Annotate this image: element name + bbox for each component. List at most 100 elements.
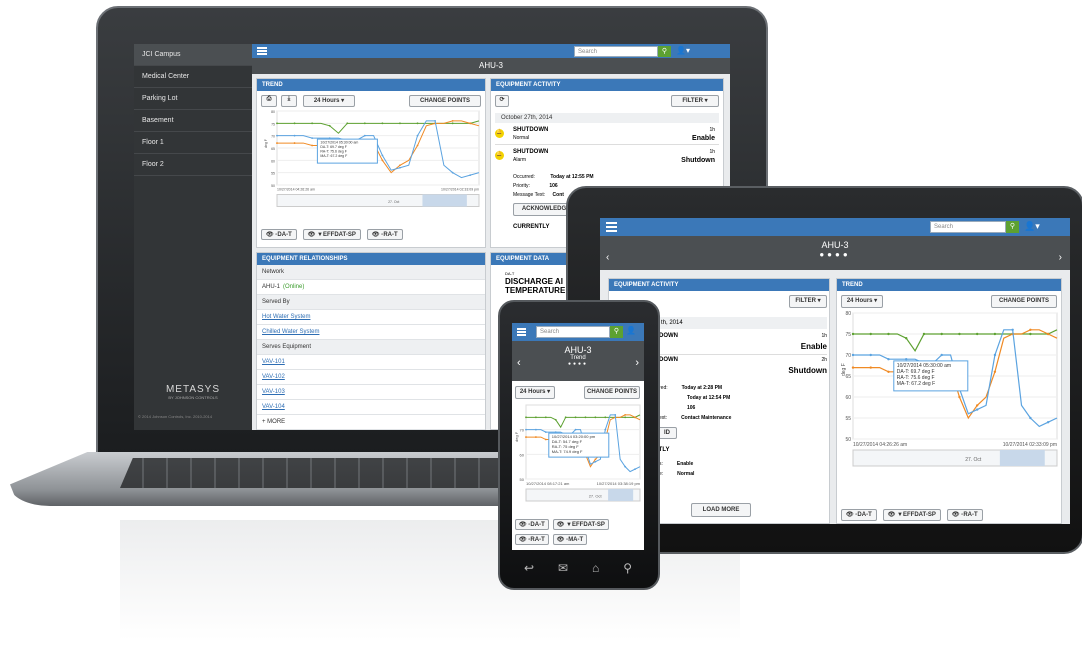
relationship-link[interactable]: VAV-104: [262, 404, 285, 410]
hamburger-menu-icon[interactable]: [517, 328, 526, 336]
legend-toggle-da-t[interactable]: 👁 ▫DA-T: [261, 229, 297, 240]
legend-toggle-da-t[interactable]: 👁 ▫DA-T: [841, 509, 877, 521]
page-title: AHU-3: [564, 345, 592, 355]
search-input[interactable]: Search: [574, 46, 658, 57]
hamburger-menu-icon[interactable]: [257, 47, 267, 55]
metasys-logo: METASYS BY JOHNSON CONTROLS: [134, 384, 252, 400]
filter-label: FILTER: [795, 298, 816, 304]
acknowledge-button[interactable]: ID: [657, 427, 677, 439]
range-select[interactable]: 24 Hours ▾: [841, 295, 883, 308]
legend-toggle-effdat-sp[interactable]: 👁 ▼EFFDAT-SP: [882, 509, 941, 521]
data-point: [624, 416, 627, 419]
legend-label: MA-T: [568, 537, 584, 543]
search-icon[interactable]: ⚲: [610, 326, 623, 338]
change-points-button[interactable]: CHANGE POINTS: [991, 295, 1057, 308]
refresh-icon[interactable]: ⟳: [495, 95, 509, 107]
sidebar-item-medical-center[interactable]: Medical Center: [134, 66, 252, 88]
activity-item[interactable]: 🔔 SHUTDOWN Normal 1h Enable: [495, 125, 719, 145]
relationship-link[interactable]: Hot Water System: [262, 314, 310, 320]
filter-button[interactable]: FILTER ▾: [671, 95, 719, 107]
filter-button[interactable]: FILTER ▾: [789, 295, 827, 308]
next-arrow-icon[interactable]: ›: [635, 357, 639, 369]
trend-legend: 👁 ▫DA-T 👁 ▼EFFDAT-SP 👁 ▫RA-T: [841, 509, 983, 521]
data-point: [887, 358, 890, 361]
relationship-row[interactable]: Chilled Water System: [257, 325, 485, 340]
mail-icon[interactable]: ✉: [558, 561, 568, 575]
search-input[interactable]: Search: [536, 326, 610, 338]
navigator-label: 27. Oct: [388, 200, 399, 204]
navigator-window[interactable]: [999, 450, 1045, 466]
navigator-window[interactable]: [422, 194, 467, 207]
relationship-row[interactable]: VAV-102: [257, 370, 485, 385]
data-point: [922, 332, 926, 336]
change-points-button[interactable]: CHANGE POINTS: [584, 386, 640, 399]
relationship-label: AHU-1: [262, 284, 281, 290]
search-input[interactable]: Search: [930, 221, 1006, 233]
sidebar-item-jci-campus[interactable]: JCI Campus: [134, 44, 252, 66]
current-values: s: Enable e: Normal: [659, 459, 694, 479]
relationship-link[interactable]: VAV-103: [262, 389, 285, 395]
user-icon[interactable]: 👤▾: [1024, 221, 1040, 232]
relationship-row[interactable]: Hot Water System: [257, 310, 485, 325]
legend-toggle-ra-t[interactable]: 👁 ▫RA-T: [366, 229, 403, 240]
activity-item[interactable]: 🔔 SHUTDOWN Alarm 1h Shutdown: [495, 147, 719, 167]
search-key-icon[interactable]: ⚲: [623, 561, 632, 575]
more-link[interactable]: + MORE: [257, 415, 485, 430]
relationship-row[interactable]: VAV-101: [257, 355, 485, 370]
back-icon[interactable]: ↩: [524, 561, 534, 575]
range-select[interactable]: 24 Hours ▾: [515, 386, 555, 399]
activity-item[interactable]: DOWN 1h Enable: [659, 333, 827, 355]
relationship-row[interactable]: VAV-103: [257, 385, 485, 400]
prev-arrow-icon[interactable]: ‹: [606, 252, 609, 263]
point-name[interactable]: DISCHARGE AI TEMPERATURE: [505, 277, 565, 295]
legend-toggle-ra-t[interactable]: 👁 ▫RA-T: [946, 509, 983, 521]
detail-value: 106: [687, 405, 696, 411]
sidebar-item-floor-2[interactable]: Floor 2: [134, 154, 252, 176]
x-start-label: 10/27/2014 04:26:26 am: [853, 442, 907, 448]
legend-toggle-ra-t[interactable]: 👁 ▫RA-T: [515, 534, 549, 545]
data-point: [574, 428, 577, 431]
relationship-link[interactable]: Chilled Water System: [262, 329, 319, 335]
data-point: [594, 460, 597, 463]
navigator-window[interactable]: [608, 489, 634, 501]
sidebar-item-floor-1[interactable]: Floor 1: [134, 132, 252, 154]
load-more-button[interactable]: LOAD MORE: [691, 503, 751, 517]
data-point: [363, 134, 366, 137]
data-point: [416, 144, 419, 147]
tablet-screen: Search ⚲ 👤▾ AHU-3 ●●●● ‹ › EQUIPMENT ACT…: [600, 218, 1070, 524]
data-point: [634, 416, 636, 419]
top-bar: Search ⚲ 👤▾: [252, 44, 730, 58]
data-point: [328, 124, 331, 127]
home-icon[interactable]: ⌂: [592, 561, 599, 575]
legend-toggle-effdat-sp[interactable]: 👁 ▼EFFDAT-SP: [302, 229, 361, 240]
change-points-button[interactable]: CHANGE POINTS: [409, 95, 481, 107]
detail-key: Priority:: [513, 183, 530, 189]
event-time: 1h: [821, 333, 827, 339]
data-point: [624, 413, 627, 416]
download-icon[interactable]: ⤓: [281, 95, 297, 107]
sidebar-item-basement[interactable]: Basement: [134, 110, 252, 132]
detail-value: Normal: [677, 471, 695, 477]
legend-toggle-effdat-sp[interactable]: 👁 ▼EFFDAT-SP: [552, 519, 609, 530]
data-point: [993, 332, 997, 336]
legend-toggle-da-t[interactable]: 👁 ▫DA-T: [515, 519, 549, 530]
search-icon[interactable]: ⚲: [1006, 221, 1019, 233]
legend-toggle-ma-t[interactable]: 👁 ▫MA-T: [552, 534, 588, 545]
range-select[interactable]: 24 Hours ▾: [303, 95, 355, 107]
hamburger-menu-icon[interactable]: [606, 222, 617, 232]
detail-value: Cont: [552, 192, 564, 198]
data-point: [451, 171, 454, 174]
relationship-row[interactable]: VAV-104: [257, 400, 485, 415]
prev-arrow-icon[interactable]: ‹: [517, 357, 521, 369]
activity-item[interactable]: DOWN 2h Shutdown: [659, 357, 827, 379]
relationship-row: AHU-1 (Online): [257, 280, 485, 295]
sidebar-item-parking-lot[interactable]: Parking Lot: [134, 88, 252, 110]
next-arrow-icon[interactable]: ›: [1059, 252, 1062, 263]
print-icon[interactable]: ⎙: [261, 95, 277, 107]
user-icon[interactable]: 👤▾: [676, 46, 690, 55]
relationship-link[interactable]: VAV-102: [262, 374, 285, 380]
relationship-link[interactable]: VAV-101: [262, 359, 285, 365]
user-icon[interactable]: 👤: [626, 326, 636, 335]
event-sub: Normal: [513, 135, 530, 141]
search-icon[interactable]: ⚲: [658, 46, 671, 57]
